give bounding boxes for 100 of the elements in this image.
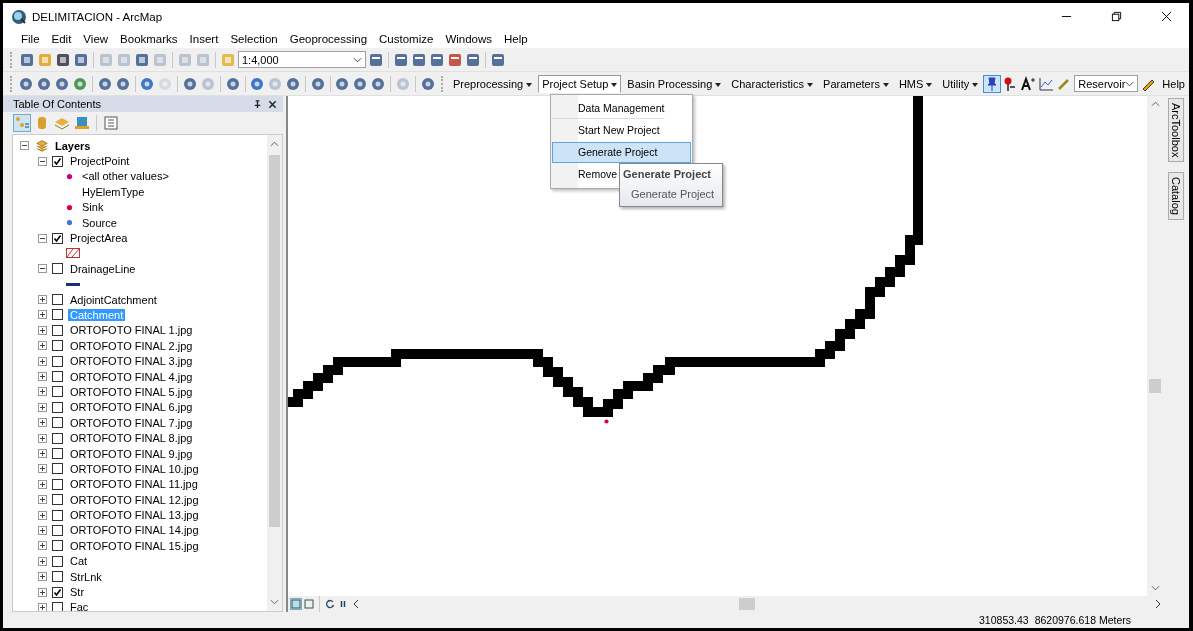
menu-item[interactable]: Edit [45, 33, 78, 45]
expand-icon[interactable] [38, 510, 47, 520]
layer-name[interactable]: ORTOFOTO FINAL 11.jpg [68, 478, 200, 491]
menu-item[interactable]: File [15, 33, 46, 45]
checkbox[interactable] [52, 294, 63, 306]
menu-item[interactable]: Help [498, 33, 534, 45]
layer-name[interactable]: DrainageLine [68, 262, 138, 275]
checkbox[interactable] [52, 540, 63, 552]
checkbox[interactable] [52, 340, 63, 352]
layer-name[interactable]: ORTOFOTO FINAL 10.jpg [68, 462, 201, 475]
scale-combo[interactable]: 1:4,000 [238, 51, 366, 68]
checkbox[interactable] [52, 401, 63, 413]
chevron-up-icon[interactable] [270, 141, 279, 147]
scrollbar-thumb[interactable] [739, 598, 755, 610]
checkbox[interactable] [52, 571, 63, 583]
checkbox[interactable] [52, 263, 63, 275]
expand-icon[interactable] [38, 433, 47, 443]
layout-view-icon[interactable] [304, 599, 314, 609]
side-tab[interactable]: Catalog [1168, 172, 1184, 221]
layer-name[interactable]: StrLnk [68, 570, 104, 583]
layer-name[interactable]: Cat [68, 555, 90, 568]
layer-name[interactable]: ORTOFOTO FINAL 2.jpg [68, 339, 195, 352]
checkbox[interactable] [52, 309, 63, 321]
menu-item[interactable]: Selection [224, 33, 284, 45]
checkbox[interactable] [52, 232, 63, 244]
expand-icon[interactable] [38, 556, 47, 566]
checkbox[interactable] [52, 386, 63, 398]
pin-icon[interactable] [253, 99, 262, 109]
checkbox[interactable] [52, 463, 63, 475]
menu-item[interactable]: Data Management [552, 98, 666, 119]
side-tab[interactable]: ArcToolbox [1168, 98, 1184, 163]
layer-name[interactable]: Fac [68, 601, 91, 611]
toolbar-menu[interactable]: Characteristics [727, 74, 818, 93]
expand-icon[interactable] [38, 325, 47, 335]
checkbox[interactable] [52, 448, 63, 459]
expand-icon[interactable] [38, 525, 47, 535]
expand-icon[interactable] [38, 587, 47, 597]
layer-name[interactable]: ORTOFOTO FINAL 9.jpg [68, 447, 195, 460]
refresh-icon[interactable] [325, 599, 335, 609]
checkbox[interactable] [52, 494, 63, 506]
chevron-right-icon[interactable] [1153, 599, 1163, 609]
pin-icon[interactable] [984, 75, 1001, 92]
scrollbar-thumb[interactable] [1149, 379, 1161, 393]
visibility-icon[interactable] [74, 115, 90, 131]
layer-combo[interactable]: Reservoir [1074, 75, 1139, 92]
checkbox[interactable] [52, 555, 63, 567]
menu-item[interactable]: Windows [439, 33, 499, 45]
add-text-icon[interactable] [1020, 75, 1037, 92]
graph-icon[interactable] [1038, 75, 1055, 92]
chevron-down-icon[interactable] [270, 599, 279, 605]
expand-icon[interactable] [38, 464, 47, 474]
expand-icon[interactable] [38, 402, 47, 412]
checkbox[interactable] [52, 371, 63, 383]
expand-icon[interactable] [38, 372, 47, 382]
toolbar-menu[interactable]: Parameters [819, 74, 893, 93]
vertical-scrollbar[interactable] [267, 135, 282, 611]
expand-icon[interactable] [38, 449, 47, 458]
expand-icon[interactable] [38, 495, 47, 505]
checkbox[interactable] [52, 432, 63, 444]
menu-item[interactable]: Bookmarks [114, 33, 184, 45]
expand-icon[interactable] [38, 387, 47, 397]
expand-icon[interactable] [38, 479, 47, 489]
menu-item[interactable]: Customize [373, 33, 440, 45]
layer-name[interactable]: ORTOFOTO FINAL 5.jpg [68, 385, 195, 398]
close-icon[interactable] [1161, 11, 1172, 22]
expand-icon[interactable] [38, 341, 47, 351]
collapse-icon[interactable] [38, 264, 47, 274]
checkbox[interactable] [52, 586, 63, 598]
layer-name[interactable]: ORTOFOTO FINAL 3.jpg [68, 355, 195, 368]
layer-group-label[interactable]: Layers [55, 139, 91, 152]
pause-icon[interactable] [338, 599, 348, 609]
layer-name[interactable]: AdjointCatchment [68, 293, 159, 306]
layer-name[interactable]: ORTOFOTO FINAL 13.jpg [68, 509, 201, 522]
expand-icon[interactable] [38, 356, 47, 366]
checkbox[interactable] [52, 417, 63, 429]
chevron-left-icon[interactable] [351, 599, 361, 609]
layer-name[interactable]: ORTOFOTO FINAL 14.jpg [68, 524, 201, 537]
layer-name[interactable]: ORTOFOTO FINAL 1.jpg [68, 324, 195, 337]
help-button[interactable]: Help [1158, 74, 1189, 93]
expand-icon[interactable] [38, 418, 47, 428]
layer-name[interactable]: ORTOFOTO FINAL 15.jpg [68, 539, 201, 552]
close-icon[interactable] [268, 99, 277, 109]
expand-icon[interactable] [38, 572, 47, 582]
menu-item[interactable]: Start New Project [552, 120, 661, 141]
checkbox[interactable] [52, 524, 63, 536]
chevron-down-icon[interactable] [1150, 585, 1160, 591]
toolbar-menu[interactable]: Project Setup [538, 74, 622, 93]
menu-item[interactable]: Remove [552, 164, 619, 185]
collapse-icon[interactable] [38, 233, 47, 243]
checkbox[interactable] [52, 155, 63, 167]
layer-name[interactable]: ORTOFOTO FINAL 8.jpg [68, 432, 195, 445]
layer-name[interactable]: ProjectArea [68, 232, 130, 245]
menu-item[interactable]: Insert [183, 33, 225, 45]
chevron-up-icon[interactable] [1150, 101, 1160, 107]
toolbar-menu[interactable]: HMS [894, 74, 937, 93]
expand-icon[interactable] [38, 310, 47, 320]
menu-item[interactable]: Generate Project [552, 142, 691, 163]
restore-icon[interactable] [1111, 11, 1122, 22]
checkbox[interactable] [52, 601, 63, 611]
layer-name[interactable]: ORTOFOTO FINAL 4.jpg [68, 370, 195, 383]
